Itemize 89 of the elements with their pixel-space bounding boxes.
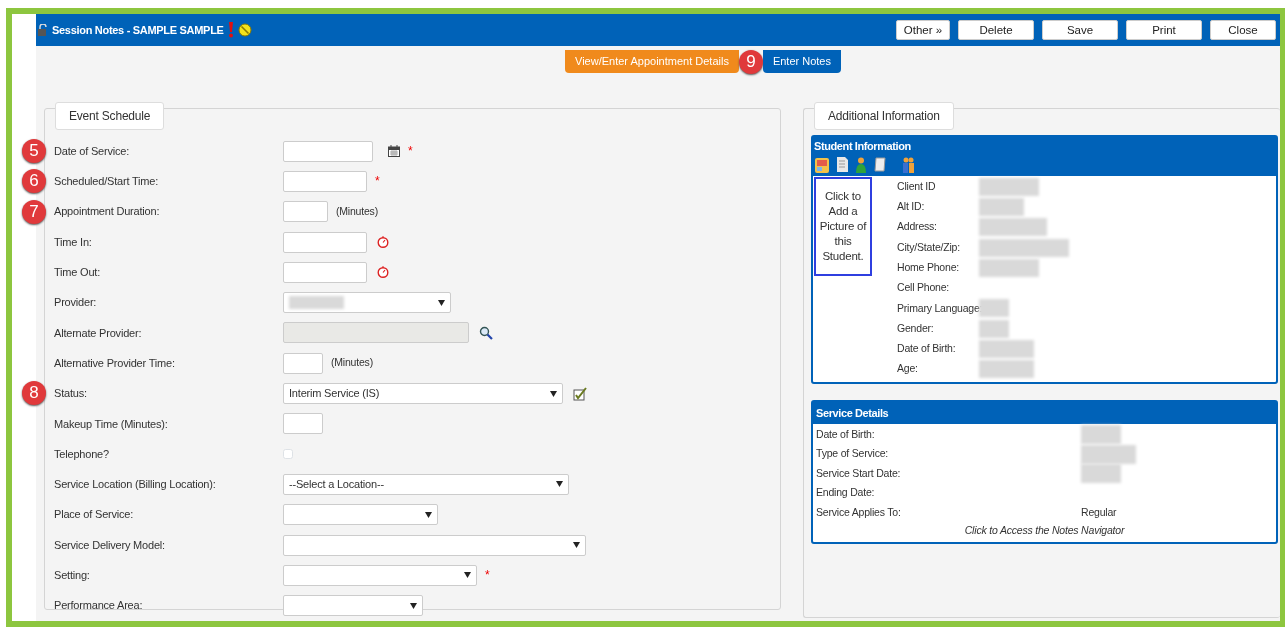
panel-legend: Additional Information [814,102,954,130]
unit-label: (Minutes) [331,355,373,371]
input-field[interactable] [283,231,367,253]
field-label: Place of Service: [54,507,135,523]
dropdown[interactable]: Interim Service (IS) [283,383,563,404]
info-label: Ending Date: [816,485,876,501]
toolbar-button[interactable]: Delete [958,20,1034,40]
dropdown[interactable] [283,564,477,586]
field-label: Service Location (Billing Location): [54,477,217,493]
unit-label: (Minutes) [336,203,378,219]
required-mark: * [485,567,490,585]
info-label: Service Start Date: [816,465,902,481]
field-label: Scheduled/Start Time: [54,174,160,190]
field-label: Alternate Provider: [54,325,143,341]
field-label: Appointment Duration: [54,204,161,220]
alert-icon [227,22,234,38]
field-label: Provider: [54,295,98,311]
info-value: Regular [1081,504,1117,520]
input-field[interactable] [283,201,328,223]
caret-icon [464,572,471,579]
input-field[interactable] [283,261,367,283]
edit-check-icon[interactable] [573,386,587,401]
no-entry-icon [237,23,252,37]
field-label: Setting: [54,568,91,584]
info-label: Address: [897,219,938,235]
field-label: Date of Service: [54,143,131,159]
calendar-icon [388,145,400,158]
caret-icon [550,390,557,397]
dropdown[interactable] [283,292,451,314]
more-button[interactable]: Other » [896,20,950,40]
field-label: Makeup Time (Minutes): [54,416,169,432]
panel-title: Student Information [814,139,911,154]
info-label: Date of Birth: [897,341,957,357]
input-field[interactable] [283,140,373,162]
callout-number: 5 [22,139,46,163]
field-label: Performance Area: [54,598,144,614]
dropdown[interactable]: --Select a Location-- [283,473,569,495]
caret-icon [410,602,417,609]
input-field[interactable] [283,170,367,192]
callout-number: 9 [738,50,763,74]
callout-number: 8 [22,381,46,406]
checkbox[interactable] [283,449,293,460]
field-label: Service Delivery Model: [54,537,166,553]
dropdown[interactable] [283,595,423,617]
required-mark: * [375,173,380,191]
info-label: City/State/Zip: [897,239,961,255]
tab[interactable]: Enter Notes [762,50,841,73]
info-label: Client ID [897,178,937,194]
panel-legend: Event Schedule [55,102,165,130]
panel-title: Service Details [813,401,1276,424]
required-mark: * [408,143,413,161]
map-icon[interactable] [815,156,829,173]
toolbar-button[interactable]: Close [1210,20,1276,40]
caret-icon [438,299,445,306]
dropdown[interactable] [283,504,438,526]
toolbar-button[interactable]: Save [1042,20,1118,40]
document-icon[interactable] [837,157,848,172]
info-label: Type of Service: [816,446,890,462]
info-label: Service Applies To: [816,504,902,520]
info-label: Alt ID: [897,199,926,215]
caret-icon [573,542,580,548]
caret-icon [556,481,563,488]
field-label: Status: [54,386,88,402]
field-label: Time Out: [54,265,102,281]
info-label: Cell Phone: [897,280,951,296]
callout-number: 7 [22,199,46,224]
field-label: Alternative Provider Time: [54,355,176,371]
caret-icon [425,511,432,518]
info-label: Home Phone: [897,259,960,275]
callout-number: 6 [22,169,46,194]
toolbar-button[interactable]: Print [1126,20,1202,40]
clock-icon [377,236,389,249]
info-label: Gender: [897,320,935,336]
add-picture-button[interactable]: Click to Add a Picture of this Student. [814,176,872,276]
dropdown[interactable] [283,534,586,556]
person-icon[interactable] [856,156,866,173]
navigator-link[interactable]: Click to Access the Notes Navigator [816,522,1273,539]
people-icon[interactable] [902,156,915,173]
input-field[interactable] [283,352,323,374]
info-label: Date of Birth: [816,426,876,442]
field-label: Telephone? [54,446,110,462]
scroll-icon[interactable] [874,157,886,172]
window-title: Session Notes - SAMPLE SAMPLE [52,22,224,38]
input-field[interactable] [283,413,323,435]
field-label: Time In: [54,234,93,250]
search-icon[interactable] [479,325,493,340]
clock-icon [377,266,389,279]
info-label: Age: [897,361,919,377]
lock-icon [38,24,48,36]
